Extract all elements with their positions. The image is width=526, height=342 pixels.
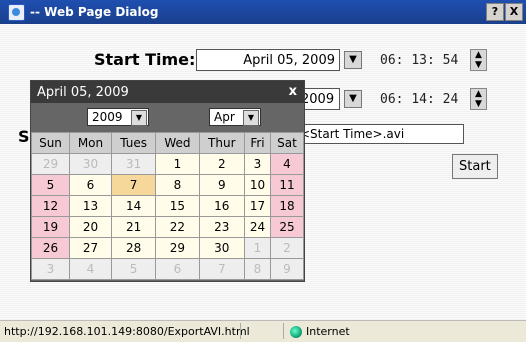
help-button[interactable]: ? xyxy=(486,3,504,21)
calendar-header: April 05, 2009 x xyxy=(31,81,304,103)
calendar-day[interactable]: 29 xyxy=(155,237,200,259)
weekday-mon: Mon xyxy=(69,132,112,154)
calendar-close-button[interactable]: x xyxy=(289,84,297,99)
calendar-day[interactable]: 28 xyxy=(110,237,157,259)
calendar-day[interactable]: 10 xyxy=(243,174,271,196)
calendar-day[interactable]: 1 xyxy=(243,237,271,259)
calendar-day[interactable]: 21 xyxy=(110,216,157,238)
status-url: http://192.168.101.149:8080/ExportAVI.ht… xyxy=(4,325,250,338)
end-time-spinner[interactable]: ▲ ▼ xyxy=(470,88,487,110)
calendar-day[interactable]: 17 xyxy=(243,195,271,217)
calendar-week-row: 29 30 31 1 2 3 4 xyxy=(31,153,305,175)
calendar-popup: April 05, 2009 x 2009 ▼ Apr ▼ Sun Mon Tu… xyxy=(30,80,305,282)
zone-label: Internet xyxy=(306,325,350,338)
calendar-day[interactable]: 11 xyxy=(269,174,305,196)
month-select-value: Apr xyxy=(214,110,235,124)
calendar-day[interactable]: 9 xyxy=(269,258,305,280)
calendar-day[interactable]: 26 xyxy=(31,237,70,259)
window-title: -- Web Page Dialog xyxy=(30,5,159,19)
calendar-header-date: April 05, 2009 xyxy=(37,85,129,100)
weekday-tue: Tues xyxy=(110,132,157,154)
calendar-day[interactable]: 12 xyxy=(31,195,70,217)
filename-field[interactable]: <Start Time>.avi xyxy=(296,124,464,144)
calendar-day[interactable]: 30 xyxy=(69,153,112,175)
calendar-day[interactable]: 15 xyxy=(155,195,200,217)
start-date-field[interactable]: April 05, 2009 xyxy=(196,49,340,71)
weekday-sun: Sun xyxy=(31,132,70,154)
calendar-day[interactable]: 3 xyxy=(31,258,70,280)
calendar-day[interactable]: 7 xyxy=(198,258,245,280)
calendar-day[interactable]: 3 xyxy=(243,153,271,175)
calendar-week-row: 12 13 14 15 16 17 18 xyxy=(31,195,305,217)
calendar-day[interactable]: 18 xyxy=(269,195,305,217)
start-date-dropdown-button[interactable]: ▼ xyxy=(344,51,362,69)
calendar-day[interactable]: 4 xyxy=(69,258,112,280)
calendar-day[interactable]: 31 xyxy=(110,153,157,175)
calendar-day[interactable]: 6 xyxy=(69,174,112,196)
save-label-partial: S xyxy=(18,127,30,146)
calendar-day[interactable]: 2 xyxy=(269,237,305,259)
calendar-day[interactable]: 1 xyxy=(155,153,200,175)
calendar-week-row: 3 4 5 6 7 8 9 xyxy=(31,258,305,280)
calendar-day[interactable]: 14 xyxy=(110,195,157,217)
end-date-dropdown-button[interactable]: ▼ xyxy=(344,90,362,108)
weekday-fri: Fri xyxy=(243,132,271,154)
month-select[interactable]: Apr ▼ xyxy=(209,108,261,126)
calendar-day[interactable]: 16 xyxy=(198,195,245,217)
calendar-day[interactable]: 6 xyxy=(155,258,200,280)
year-select-value: 2009 xyxy=(92,110,123,124)
calendar-day[interactable]: 23 xyxy=(198,216,245,238)
calendar-day[interactable]: 22 xyxy=(155,216,200,238)
calendar-day[interactable]: 30 xyxy=(198,237,245,259)
calendar-day[interactable]: 13 xyxy=(69,195,112,217)
weekday-sat: Sat xyxy=(269,132,305,154)
security-zone: Internet xyxy=(290,325,350,338)
calendar-day[interactable]: 29 xyxy=(31,153,70,175)
close-window-button[interactable]: X xyxy=(505,3,523,21)
calendar-day[interactable]: 2 xyxy=(198,153,245,175)
calendar-day[interactable]: 20 xyxy=(69,216,112,238)
calendar-day[interactable]: 4 xyxy=(269,153,305,175)
calendar-day-selected[interactable]: 7 xyxy=(110,174,157,196)
calendar-day[interactable]: 5 xyxy=(31,174,70,196)
calendar-week-row: 26 27 28 29 30 1 2 xyxy=(31,237,305,259)
globe-icon xyxy=(290,326,302,338)
start-button[interactable]: Start xyxy=(452,154,498,179)
start-time-display[interactable]: 06: 13: 54 xyxy=(380,53,458,68)
weekday-wed: Wed xyxy=(155,132,200,154)
start-time-label: Start Time: xyxy=(94,50,196,69)
status-bar: http://192.168.101.149:8080/ExportAVI.ht… xyxy=(0,320,526,342)
calendar-grid: Sun Mon Tues Wed Thur Fri Sat 29 30 31 1… xyxy=(31,132,305,280)
status-divider xyxy=(240,323,284,339)
weekday-thu: Thur xyxy=(198,132,245,154)
calendar-day[interactable]: 8 xyxy=(155,174,200,196)
ie-app-icon xyxy=(8,4,25,21)
calendar-day[interactable]: 27 xyxy=(69,237,112,259)
calendar-day[interactable]: 19 xyxy=(31,216,70,238)
start-time-spinner[interactable]: ▲ ▼ xyxy=(470,49,487,71)
calendar-day[interactable]: 9 xyxy=(198,174,245,196)
end-time-display[interactable]: 06: 14: 24 xyxy=(380,92,458,107)
year-select[interactable]: 2009 ▼ xyxy=(87,108,149,126)
calendar-week-row: 19 20 21 22 23 24 25 xyxy=(31,216,305,238)
weekday-header-row: Sun Mon Tues Wed Thur Fri Sat xyxy=(31,132,305,154)
calendar-day[interactable]: 24 xyxy=(243,216,271,238)
title-bar: -- Web Page Dialog ? X xyxy=(0,0,526,24)
calendar-week-row: 5 6 7 8 9 10 11 xyxy=(31,174,305,196)
calendar-day[interactable]: 5 xyxy=(110,258,157,280)
chevron-down-icon: ▼ xyxy=(243,110,259,126)
chevron-down-icon: ▼ xyxy=(131,110,147,126)
calendar-day[interactable]: 25 xyxy=(269,216,305,238)
calendar-day[interactable]: 8 xyxy=(243,258,271,280)
